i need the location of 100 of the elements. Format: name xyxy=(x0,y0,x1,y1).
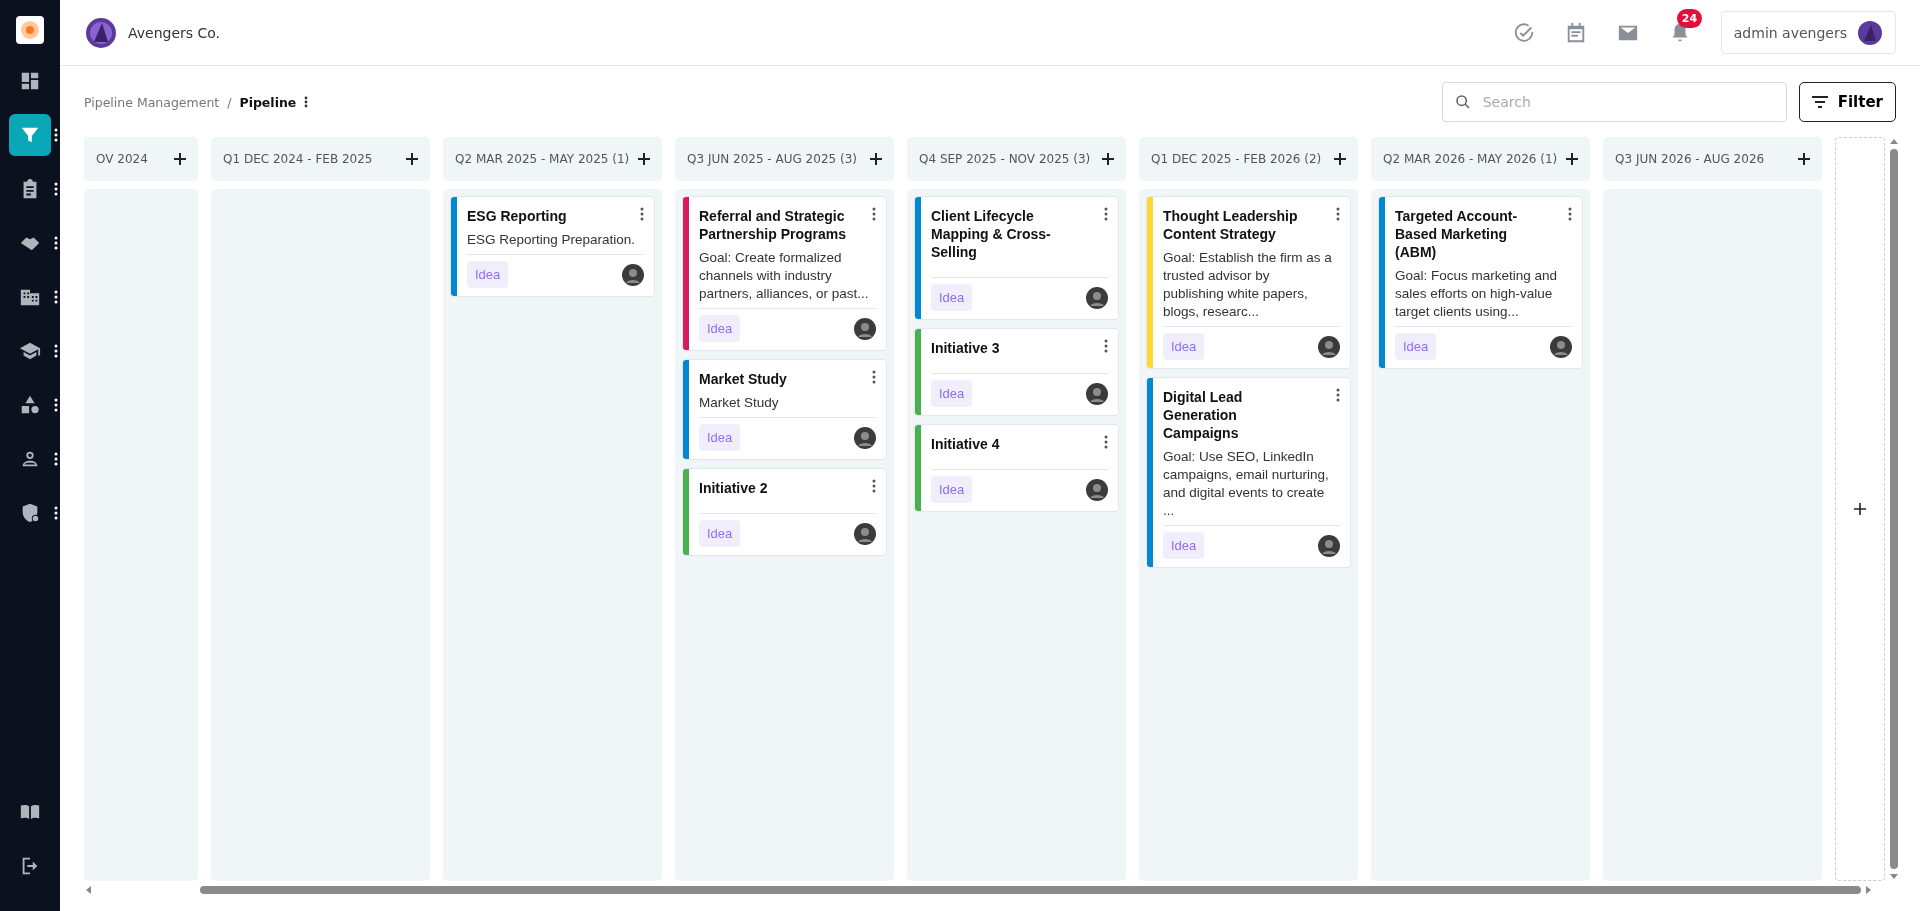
avatar xyxy=(1086,382,1108,405)
kebab-menu-icon[interactable] xyxy=(1104,207,1108,221)
add-icon[interactable] xyxy=(1798,153,1810,165)
pipeline-card[interactable]: Initiative 2 Idea xyxy=(682,468,887,556)
card-title: Thought Leadership Content Strategy xyxy=(1163,207,1299,243)
card-title: Market Study xyxy=(699,370,787,388)
card-title: Initiative 3 xyxy=(931,339,1000,357)
avatar xyxy=(854,426,876,449)
card-description: Goal: Use SEO, LinkedIn campaigns, email nurturing, and digital events to create ... xyxy=(1163,448,1340,526)
stage-tag: Idea xyxy=(699,520,741,547)
graduation-cap-icon xyxy=(19,340,41,362)
app-logo[interactable] xyxy=(16,16,44,44)
stage-tag: Idea xyxy=(699,315,741,342)
add-icon[interactable] xyxy=(406,153,418,165)
add-icon[interactable] xyxy=(1566,153,1578,165)
kebab-menu-icon[interactable] xyxy=(1104,339,1108,353)
card-title: Client Lifecycle Mapping & Cross-Selling xyxy=(931,207,1052,261)
notification-count: 24 xyxy=(1676,8,1703,28)
pipeline-card[interactable]: Initiative 3 Idea xyxy=(914,328,1119,416)
avatar xyxy=(622,263,644,286)
kebab-menu-icon[interactable] xyxy=(1336,388,1340,402)
check-circle-icon[interactable] xyxy=(1512,21,1535,44)
avatar xyxy=(1318,534,1340,557)
card-title: Initiative 2 xyxy=(699,479,768,497)
kebab-menu-icon[interactable] xyxy=(872,370,876,384)
stage-tag: Idea xyxy=(699,424,741,451)
card-description: Goal: Focus marketing and sales efforts on high-value target clients using... xyxy=(1395,267,1572,327)
kebab-menu-icon[interactable] xyxy=(54,344,58,358)
vertical-scrollbar[interactable] xyxy=(1888,137,1900,881)
card-description: Goal: Establish the firm as a trusted advisor by publishing white papers, blogs, researc... xyxy=(1163,249,1340,327)
stage-tag: Idea xyxy=(931,476,973,503)
card-description: Market Study xyxy=(699,394,876,418)
kebab-menu-icon[interactable] xyxy=(1104,435,1108,449)
stage-tag: Idea xyxy=(467,261,509,288)
company-logo xyxy=(84,15,118,50)
dashboard-icon xyxy=(19,70,41,92)
column-title: Q1 DEC 2025 - FEB 2026 (2) xyxy=(1151,152,1322,166)
filter-icon xyxy=(1811,96,1828,108)
card-title: Initiative 4 xyxy=(931,435,1000,453)
breadcrumb-separator: / xyxy=(227,94,232,110)
horizontal-scrollbar[interactable] xyxy=(84,883,1873,897)
pipeline-card[interactable]: Digital Lead Generation Campaigns Goal: Use SEO, LinkedIn campaigns, email nurturing, and digital events to create ... Idea xyxy=(1146,377,1351,568)
shapes-icon xyxy=(19,394,41,416)
pipeline-card[interactable]: Targeted Account-Based Marketing (ABM) Goal: Focus marketing and sales efforts on high-value target clients using... Idea xyxy=(1378,196,1583,369)
scroll-down-arrow-icon[interactable] xyxy=(1889,873,1899,881)
stage-tag: Idea xyxy=(1163,333,1205,360)
column-title: Q3 JUN 2026 - AUG 2026 xyxy=(1615,152,1765,166)
add-icon[interactable] xyxy=(638,153,650,165)
column-title: Q3 JUN 2025 - AUG 2025 (3) xyxy=(687,152,857,166)
kebab-menu-icon[interactable] xyxy=(54,236,58,250)
kebab-menu-icon[interactable] xyxy=(872,479,876,493)
card-description: ESG Reporting Preparation. xyxy=(467,231,644,255)
add-icon[interactable] xyxy=(1102,153,1114,165)
column-title: OV 2024 xyxy=(96,152,148,166)
pipeline-card[interactable]: Initiative 4 Idea xyxy=(914,424,1119,512)
pipeline-card[interactable]: Client Lifecycle Mapping & Cross-Selling Idea xyxy=(914,196,1119,320)
column-title: Q2 MAR 2025 - MAY 2025 (1) xyxy=(455,152,630,166)
column-title: Q2 MAR 2026 - MAY 2026 (1) xyxy=(1383,152,1558,166)
user-avatar xyxy=(1857,19,1883,46)
kebab-menu-icon[interactable] xyxy=(54,128,58,142)
search-field[interactable]: Search xyxy=(1441,82,1787,122)
stage-tag: Idea xyxy=(931,380,973,407)
avatar xyxy=(1318,335,1340,358)
pipeline-card[interactable]: ESG Reporting ESG Reporting Preparation. Idea xyxy=(450,196,655,297)
add-icon xyxy=(1854,503,1866,515)
add-icon[interactable] xyxy=(870,153,882,165)
column-title: Q1 DEC 2024 - FEB 2025 xyxy=(223,152,373,166)
pipeline-card[interactable]: Referral and Strategic Partnership Programs Goal: Create formalized channels with industry partners, alliances, or past... Idea xyxy=(682,196,887,351)
search-icon xyxy=(1454,94,1471,110)
add-icon[interactable] xyxy=(1334,153,1346,165)
kebab-menu-icon[interactable] xyxy=(54,398,58,412)
pipeline-card[interactable]: Market Study Market Study Idea xyxy=(682,359,887,460)
kebab-menu-icon[interactable] xyxy=(54,452,58,466)
user-menu-button[interactable]: admin avengers xyxy=(1720,11,1896,54)
scroll-right-arrow-icon[interactable] xyxy=(1865,885,1873,895)
kebab-menu-icon[interactable] xyxy=(1336,207,1340,221)
filter-button[interactable]: Filter xyxy=(1798,82,1896,122)
stage-tag: Idea xyxy=(1163,532,1205,559)
kebab-menu-icon[interactable] xyxy=(1568,207,1572,221)
avatar xyxy=(1550,335,1572,358)
company-name: Avengers Co. xyxy=(128,24,221,41)
kebab-menu-icon[interactable] xyxy=(304,96,309,108)
kebab-menu-icon[interactable] xyxy=(54,506,58,520)
kebab-menu-icon[interactable] xyxy=(640,207,644,221)
kebab-menu-icon[interactable] xyxy=(54,290,58,304)
sidebar-item[interactable] xyxy=(9,114,51,156)
kebab-menu-icon[interactable] xyxy=(872,207,876,221)
scroll-left-arrow-icon[interactable] xyxy=(84,885,92,895)
card-title: ESG Reporting xyxy=(467,207,567,225)
avatar xyxy=(854,522,876,545)
avatar xyxy=(1086,478,1108,501)
scroll-up-arrow-icon[interactable] xyxy=(1889,137,1899,145)
breadcrumb-current: Pipeline xyxy=(239,94,297,110)
card-title: Targeted Account-Based Marketing (ABM) xyxy=(1395,207,1519,261)
breadcrumb-link[interactable]: Pipeline Management xyxy=(84,94,220,110)
add-icon[interactable] xyxy=(174,153,186,165)
avatar xyxy=(1086,286,1108,309)
pipeline-card[interactable]: Thought Leadership Content Strategy Goal: Establish the firm as a trusted advisor by publishing white papers, blogs, researc... Idea xyxy=(1146,196,1351,369)
stage-tag: Idea xyxy=(1395,333,1437,360)
kebab-menu-icon[interactable] xyxy=(54,182,58,196)
